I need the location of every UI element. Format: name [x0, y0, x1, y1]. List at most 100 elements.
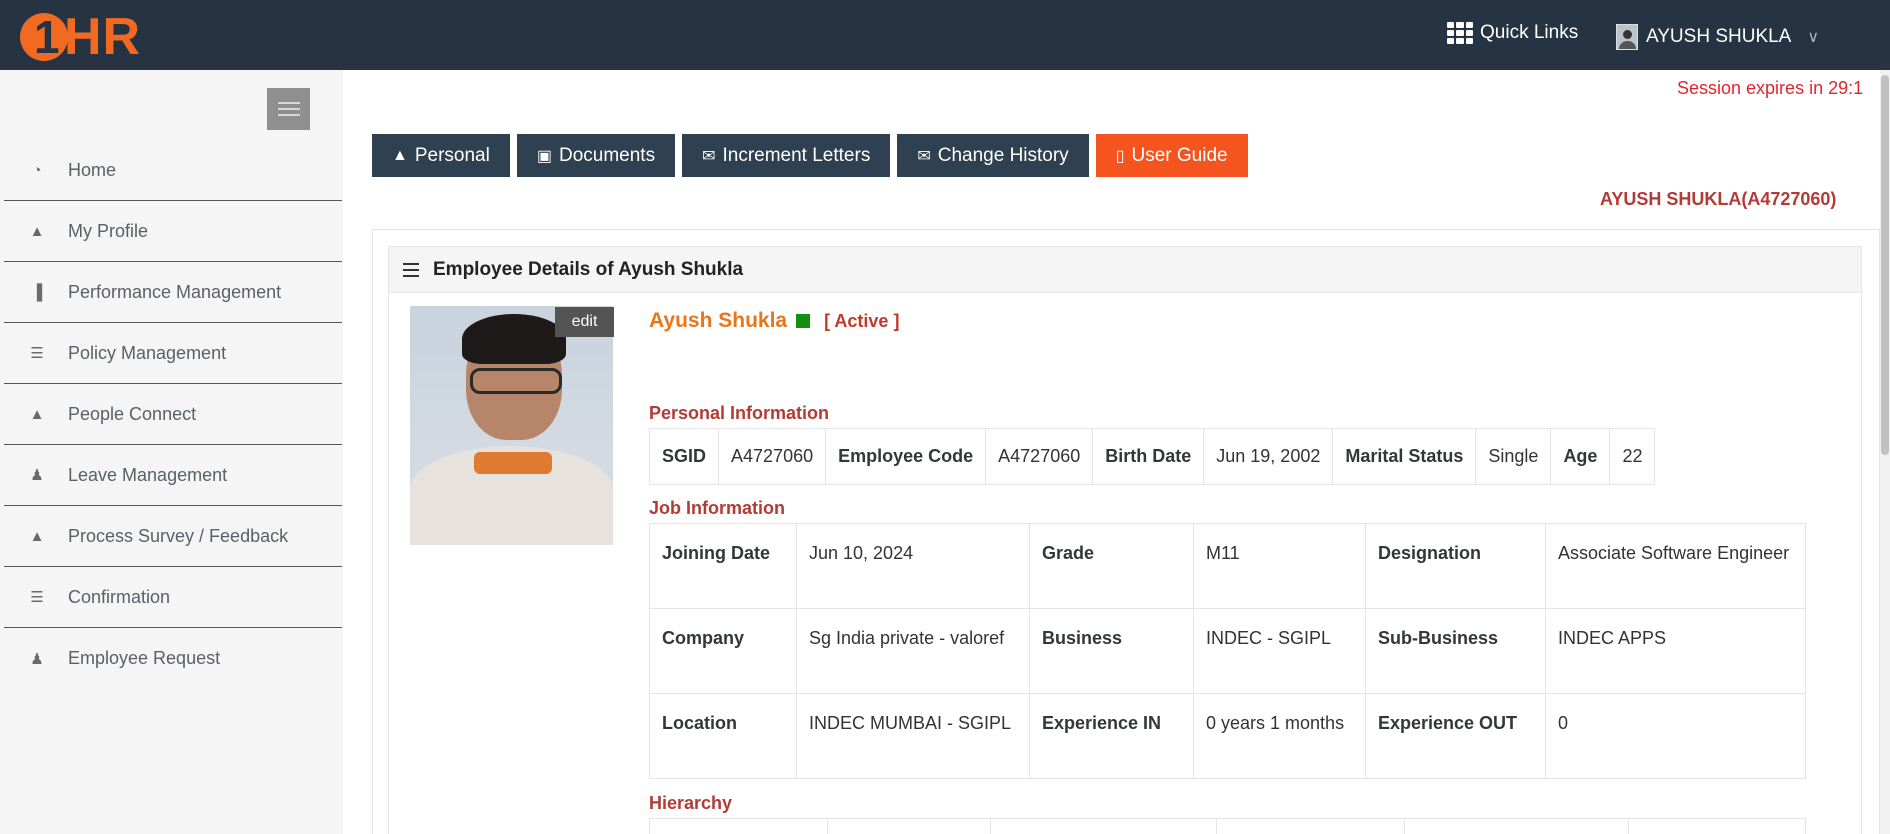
joining-date-label: Joining Date	[649, 523, 797, 609]
employee-code-label: Employee Code	[825, 428, 987, 485]
sidebar-item-my-profile[interactable]: ▲ My Profile	[4, 201, 342, 262]
scrollbar-thumb[interactable]	[1881, 75, 1889, 455]
joining-date-value: Jun 10, 2024	[796, 523, 1030, 609]
marital-status-label: Marital Status	[1332, 428, 1477, 485]
list-icon: ☰	[30, 589, 44, 606]
grade-label: Grade	[1029, 523, 1194, 609]
age-value: 22	[1609, 428, 1656, 485]
book-icon: ▯	[1115, 147, 1125, 165]
user-name: AYUSH SHUKLA	[1646, 26, 1792, 47]
tab-change-history[interactable]: ✉ Change History	[897, 134, 1089, 177]
experience-out-value: 0	[1545, 693, 1806, 779]
job-info-title: Job Information	[649, 498, 785, 518]
user-menu[interactable]: AYUSH SHUKLA ∨	[1616, 24, 1819, 50]
sidebar-item-confirmation[interactable]: ☰ Confirmation	[4, 567, 342, 628]
sub-business-value: INDEC APPS	[1545, 608, 1806, 694]
panel-header: Employee Details of Ayush Shukla	[388, 246, 1862, 293]
status-indicator	[796, 314, 811, 328]
tab-label: Personal	[414, 144, 490, 166]
sidebar-item-label: Policy Management	[68, 342, 227, 363]
user-icon: ▲	[29, 527, 45, 545]
logo-circle: 1	[20, 13, 68, 61]
sidebar-item-policy-management[interactable]: ☰ Policy Management	[4, 323, 342, 384]
table-row: Company Sg India private - valoref Busin…	[649, 608, 1806, 694]
tab-documents[interactable]: ▣ Documents	[516, 134, 676, 177]
company-value: Sg India private - valoref	[796, 608, 1030, 694]
sidebar-item-label: Confirmation	[68, 586, 171, 607]
bar-chart-icon: ▐	[31, 283, 43, 301]
panel-title: Employee Details of Ayush Shukla	[433, 258, 744, 280]
table-row: Location INDEC MUMBAI - SGIPL Experience…	[649, 693, 1806, 779]
sidebar-item-leave-management[interactable]: ♟ Leave Management	[4, 445, 342, 506]
experience-in-label: Experience IN	[1029, 693, 1194, 779]
sidebar-item-performance-management[interactable]: ▐ Performance Management	[4, 262, 342, 323]
company-label: Company	[649, 608, 797, 694]
employee-id-header: AYUSH SHUKLA(A4727060)	[1600, 189, 1837, 209]
top-navbar: 1 HR Quick Links AYUSH SHUKLA ∨	[0, 0, 1890, 70]
logo-text: HR	[64, 8, 142, 66]
user-secret-icon: ♟	[30, 467, 44, 484]
business-value: INDEC - SGIPL	[1193, 608, 1366, 694]
sidebar-item-label: Employee Request	[68, 648, 221, 668]
user-icon: ▲	[29, 222, 45, 240]
avatar	[1616, 24, 1638, 50]
employee-name: Ayush Shukla	[649, 309, 788, 332]
sidebar-nav: ◔ Home ▲ My Profile ▐ Performance Manage…	[4, 140, 342, 689]
sidebar-item-home[interactable]: ◔ Home	[4, 140, 342, 201]
grade-value: M11	[1193, 523, 1366, 609]
location-label: Location	[649, 693, 797, 779]
sidebar-item-label: My Profile	[68, 220, 149, 241]
quick-links-label: Quick Links	[1480, 22, 1579, 43]
designation-value: Associate Software Engineer	[1545, 523, 1806, 609]
grid-icon	[1447, 22, 1473, 44]
bars-icon	[403, 262, 419, 277]
envelope-icon: ✉	[702, 147, 716, 165]
folder-open-icon: ▣	[536, 147, 552, 165]
logo-number: 1	[34, 11, 60, 63]
sidebar-item-label: Leave Management	[68, 464, 228, 485]
location-value: INDEC MUMBAI - SGIPL	[796, 693, 1030, 779]
app-logo[interactable]: 1 HR	[20, 8, 142, 66]
table-row: SGID A4727060 Employee Code A4727060 Bir…	[648, 428, 1656, 485]
hierarchy-table	[649, 818, 1806, 834]
sidebar-item-employee-request[interactable]: ♟ Employee Request	[4, 628, 342, 689]
marital-status-value: Single	[1475, 428, 1552, 485]
job-info-table: Joining Date Jun 10, 2024 Grade M11 Desi…	[649, 523, 1806, 779]
tab-label: Change History	[937, 144, 1069, 166]
sidebar-toggle-button[interactable]	[267, 88, 310, 130]
user-secret-icon: ♟	[30, 650, 44, 668]
employee-name-row: Ayush Shukla [ Active ]	[649, 309, 899, 333]
dashboard-icon: ◔	[32, 161, 42, 179]
tab-label: Increment Letters	[722, 144, 871, 166]
user-icon: ▲	[392, 146, 408, 164]
personal-info-title: Personal Information	[649, 403, 830, 423]
tab-user-guide[interactable]: ▯ User Guide	[1095, 134, 1248, 177]
personal-info-table: SGID A4727060 Employee Code A4727060 Bir…	[648, 428, 1656, 485]
user-icon: ▲	[29, 405, 45, 423]
edit-photo-button[interactable]: edit	[555, 307, 614, 337]
sidebar: ◔ Home ▲ My Profile ▐ Performance Manage…	[0, 70, 343, 834]
birth-date-label: Birth Date	[1092, 428, 1205, 485]
envelope-icon: ✉	[917, 147, 931, 165]
hierarchy-title: Hierarchy	[649, 793, 733, 813]
sidebar-item-label: People Connect	[68, 403, 197, 424]
business-label: Business	[1029, 608, 1194, 694]
sgid-label: SGID	[648, 428, 720, 485]
list-icon: ☰	[30, 345, 44, 362]
tab-label: User Guide	[1131, 144, 1228, 166]
quick-links-button[interactable]: Quick Links	[1447, 22, 1578, 44]
sidebar-item-label: Performance Management	[68, 281, 282, 302]
tab-personal[interactable]: ▲ Personal	[372, 134, 510, 177]
birth-date-value: Jun 19, 2002	[1203, 428, 1334, 485]
sidebar-item-people-connect[interactable]: ▲ People Connect	[4, 384, 342, 445]
tab-increment-letters[interactable]: ✉ Increment Letters	[682, 134, 891, 177]
sgid-value: A4727060	[718, 428, 827, 485]
sidebar-item-label: Home	[68, 159, 117, 180]
experience-in-value: 0 years 1 months	[1193, 693, 1366, 779]
experience-out-label: Experience OUT	[1365, 693, 1546, 779]
age-label: Age	[1550, 428, 1611, 485]
sidebar-item-label: Process Survey / Feedback	[68, 525, 289, 546]
designation-label: Designation	[1365, 523, 1546, 609]
sidebar-item-process-survey[interactable]: ▲ Process Survey / Feedback	[4, 506, 342, 567]
session-timer: Session expires in 29:1	[1677, 78, 1864, 98]
